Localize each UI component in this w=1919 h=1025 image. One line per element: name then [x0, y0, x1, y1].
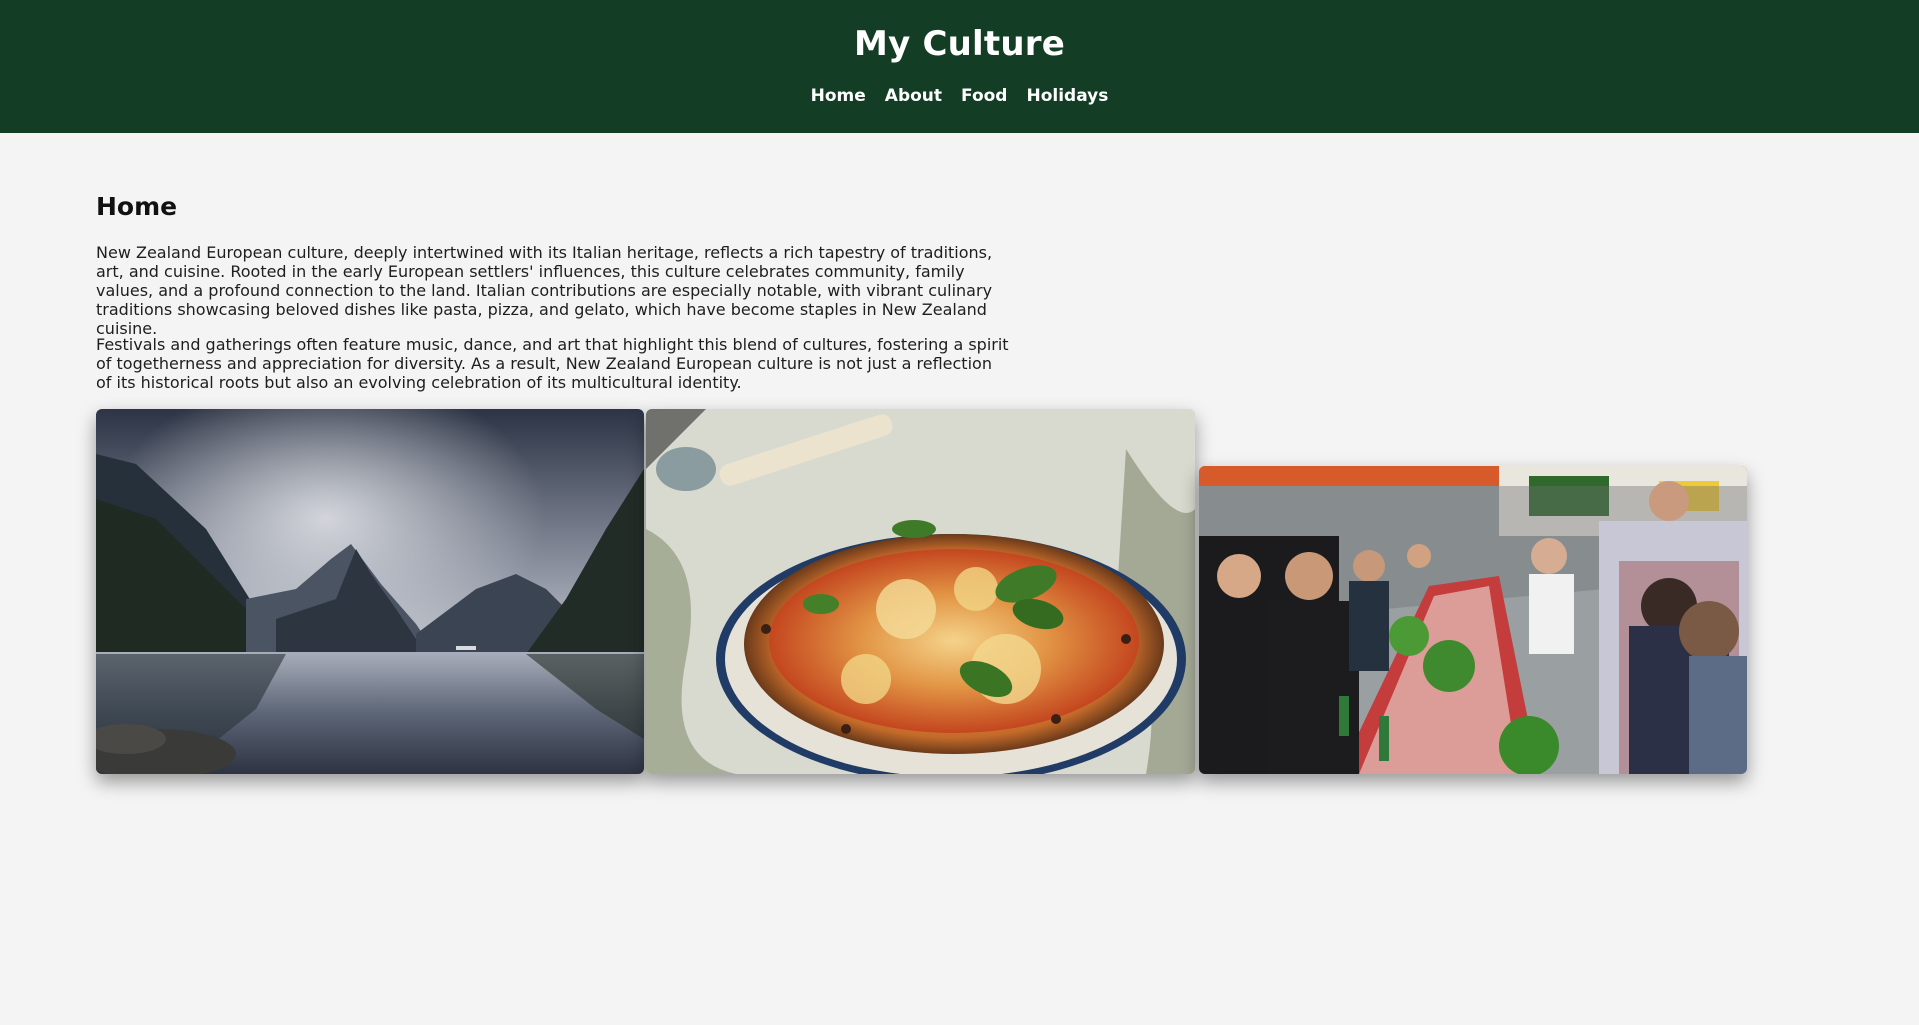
- main-nav: Home About Food Holidays: [0, 86, 1919, 106]
- nav-link-about[interactable]: About: [885, 86, 942, 106]
- page-heading: Home: [96, 192, 178, 221]
- festivals-paragraph: Festivals and gatherings often feature m…: [96, 335, 1009, 392]
- intro-paragraph: New Zealand European culture, deeply int…: [96, 243, 993, 338]
- pizza-photo: [646, 409, 1195, 774]
- site-header: My Culture Home About Food Holidays: [0, 0, 1919, 133]
- festival-dining-photo: [1199, 466, 1747, 774]
- nav-link-holidays[interactable]: Holidays: [1026, 86, 1108, 106]
- fiord-landscape-photo: [96, 409, 644, 774]
- site-title: My Culture: [854, 24, 1065, 64]
- nav-link-food[interactable]: Food: [961, 86, 1007, 106]
- nav-link-home[interactable]: Home: [811, 86, 866, 106]
